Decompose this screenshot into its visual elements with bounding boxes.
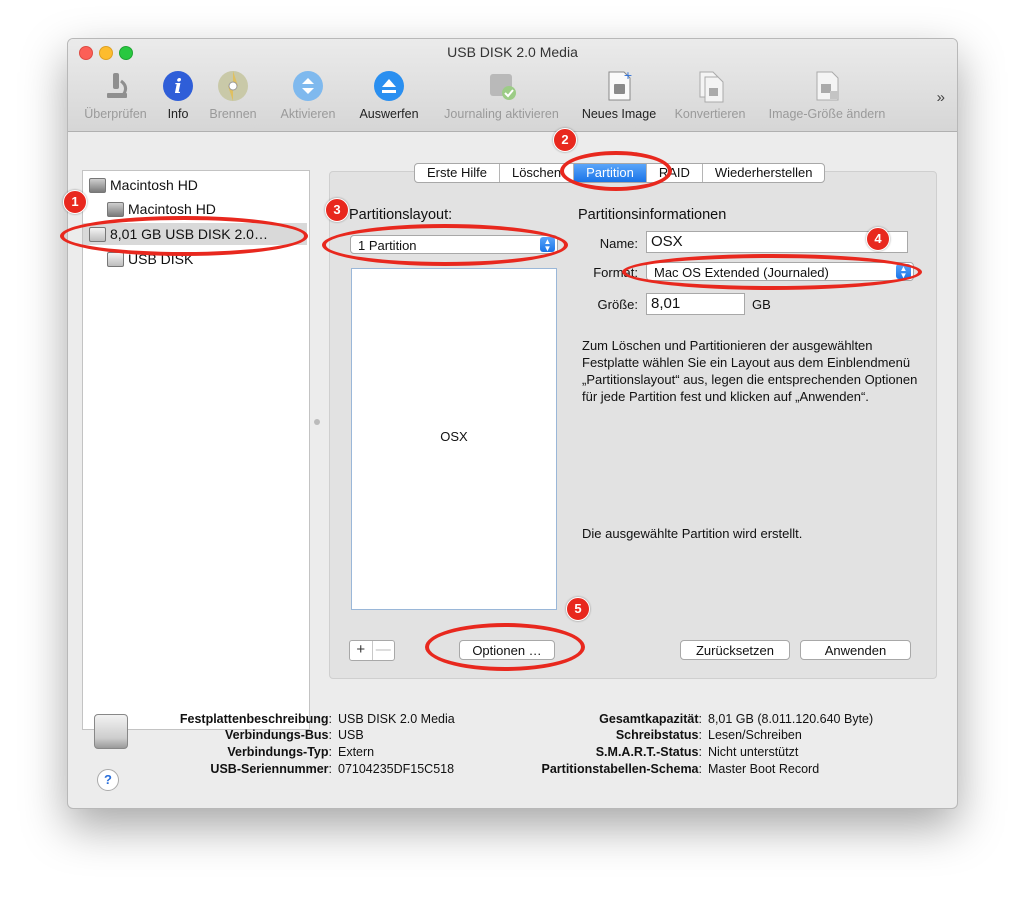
tab-restore[interactable]: Wiederherstellen <box>703 164 825 182</box>
info-key: Schreibstatus: <box>615 728 702 742</box>
info-value: 07104235DF15C518 <box>338 762 455 776</box>
usb-disk-large-icon <box>94 714 128 749</box>
annotation-ellipse-2 <box>560 151 672 191</box>
apply-button[interactable]: Anwenden <box>800 640 911 660</box>
info-value: Nicht unterstützt <box>708 745 799 759</box>
info-value: USB <box>338 728 364 742</box>
partition-size-field[interactable]: 8,01 <box>646 293 745 315</box>
toolbar-journaling-button[interactable]: Journaling aktivieren <box>434 69 569 121</box>
sidebar-item-macintosh-hd-disk[interactable]: Macintosh HD <box>89 177 198 193</box>
name-label: Name: <box>599 236 638 251</box>
toolbar-resize-image-button[interactable]: Image-Größe ändern <box>758 69 896 121</box>
toolbar-burn-button[interactable]: Brennen <box>203 69 263 121</box>
microscope-icon <box>99 69 133 103</box>
annotation-badge-5: 5 <box>566 597 590 621</box>
resize-image-icon <box>810 69 844 103</box>
info-value: Extern <box>338 745 375 759</box>
info-key: USB-Seriennummer: <box>210 762 332 776</box>
info-value: USB DISK 2.0 Media <box>338 712 455 726</box>
info-value: 8,01 GB (8.011.120.640 Byte) <box>708 712 874 726</box>
svg-text:i: i <box>174 74 182 98</box>
toolbar-check-button[interactable]: Überprüfen <box>78 69 153 121</box>
add-partition-button[interactable]: + <box>350 641 373 660</box>
annotation-ellipse-5 <box>425 623 585 671</box>
journaling-disk-icon <box>485 69 519 103</box>
title-bar: USB DISK 2.0 Media Überprüfen i Info Bre… <box>68 39 957 132</box>
window-title: USB DISK 2.0 Media <box>447 44 578 60</box>
partition-status-text: Die ausgewählte Partition wird erstellt. <box>582 526 803 541</box>
remove-partition-button[interactable]: — <box>373 641 395 660</box>
tab-first-aid[interactable]: Erste Hilfe <box>415 164 500 182</box>
toolbar-info-button[interactable]: i Info <box>158 69 198 121</box>
info-key: Partitionstabellen-Schema: <box>541 762 702 776</box>
info-icon: i <box>161 69 195 103</box>
partition-info-title: Partitionsinformationen <box>578 207 727 223</box>
annotation-ellipse-1 <box>60 216 308 256</box>
convert-image-icon <box>693 69 727 103</box>
info-key: Verbindungs-Bus: <box>225 728 332 742</box>
partition-block-label: OSX <box>440 429 468 444</box>
size-unit-label: GB <box>752 297 771 312</box>
hard-disk-icon <box>107 201 124 217</box>
toolbar-overflow-button[interactable]: » <box>937 89 945 106</box>
annotation-badge-4: 4 <box>866 227 890 251</box>
partition-layout-map[interactable]: OSX <box>351 268 557 610</box>
add-remove-partition-control: + — <box>349 640 395 661</box>
hard-disk-icon <box>89 177 106 193</box>
info-key: Verbindungs-Typ: <box>227 745 332 759</box>
annotation-ellipse-4 <box>622 254 922 290</box>
annotation-badge-1: 1 <box>63 190 87 214</box>
annotation-badge-3: 3 <box>325 198 349 222</box>
revert-button[interactable]: Zurücksetzen <box>680 640 790 660</box>
toolbar-new-image-button[interactable]: + Neues Image <box>576 69 662 121</box>
size-label: Größe: <box>597 297 638 312</box>
info-key: S.M.A.R.T.-Status: <box>595 745 702 759</box>
annotation-ellipse-3 <box>322 224 568 266</box>
new-image-icon: + <box>602 69 636 103</box>
toolbar-mount-button[interactable]: Aktivieren <box>273 69 343 121</box>
help-button[interactable]: ? <box>97 769 119 791</box>
mount-icon <box>291 69 325 103</box>
partition-layout-label: Partitionslayout: <box>349 207 453 223</box>
sidebar-item-macintosh-hd-volume[interactable]: Macintosh HD <box>107 201 216 217</box>
disk-utility-window: USB DISK 2.0 Media Überprüfen i Info Bre… <box>67 38 958 809</box>
eject-icon <box>372 69 406 103</box>
annotation-badge-2: 2 <box>553 128 577 152</box>
partition-instructions: Zum Löschen und Partitionieren der ausge… <box>582 338 918 404</box>
info-value: Master Boot Record <box>708 762 820 776</box>
info-key: Festplattenbeschreibung: <box>179 712 332 726</box>
info-value: Lesen/Schreiben <box>708 728 802 742</box>
burn-disc-icon <box>216 69 250 103</box>
toolbar-convert-button[interactable]: Konvertieren <box>668 69 752 121</box>
split-view-handle[interactable] <box>314 419 320 425</box>
info-key: Gesamtkapazität: <box>599 712 702 726</box>
usb-volume-icon <box>107 251 124 267</box>
toolbar-eject-button[interactable]: Auswerfen <box>353 69 425 121</box>
svg-text:+: + <box>623 69 632 82</box>
